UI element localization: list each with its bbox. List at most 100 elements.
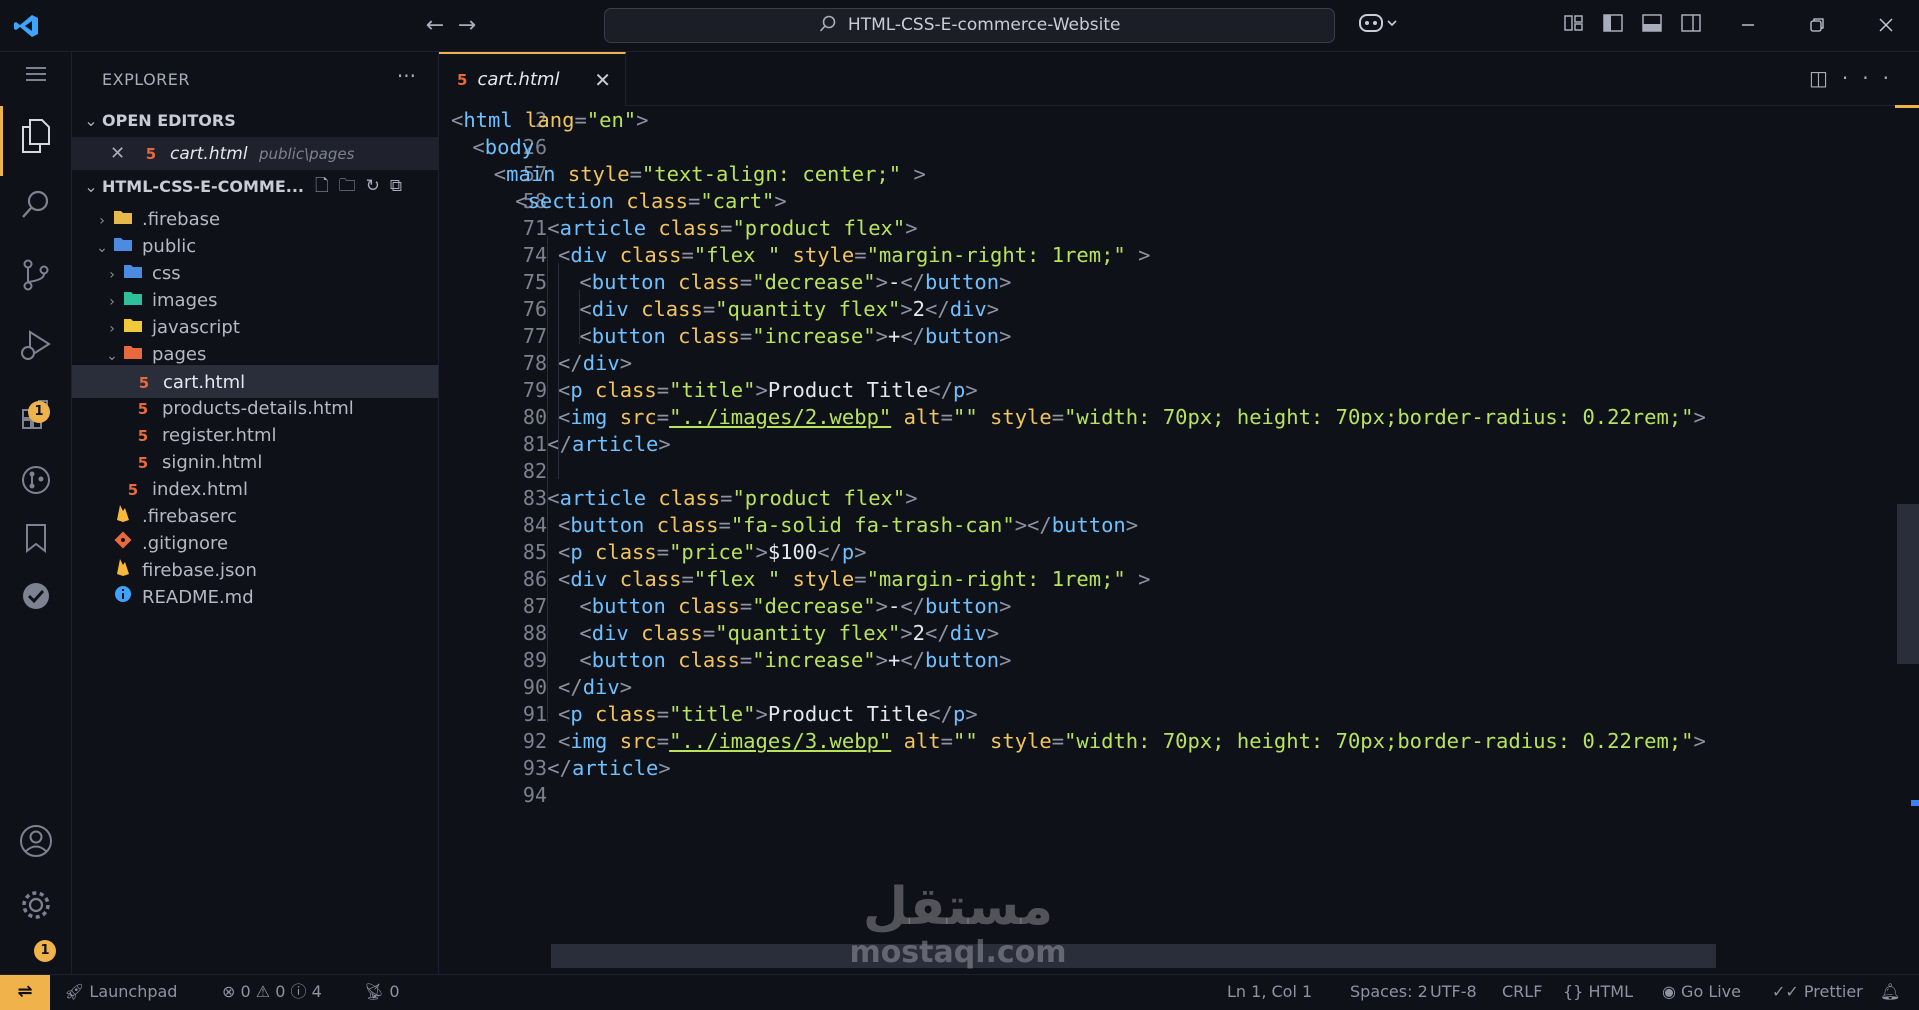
remote-indicator-icon[interactable]: ⇌ (0, 975, 50, 1010)
title-bar: ← → HTML-CSS-E-commerce-Website (0, 0, 1919, 52)
prettier-label: Prettier (1803, 982, 1863, 1001)
collapse-all-icon[interactable]: ⧉ (390, 176, 412, 196)
warning-icon: ⚠ (255, 982, 271, 1001)
watermark-latin: mostaql.com (849, 935, 1067, 970)
tree-item-label: pages (152, 344, 207, 365)
launchpad-item[interactable]: 🚀︎ Launchpad (64, 975, 177, 1009)
menu-icon[interactable] (14, 56, 58, 100)
indentation[interactable]: Spaces: 2 (1350, 975, 1428, 1009)
double-check-icon: ✓✓ (1772, 982, 1804, 1001)
language-label: HTML (1588, 982, 1633, 1001)
cursor-position[interactable]: Ln 1, Col 1 (1227, 975, 1312, 1009)
tree-item-label: signin.html (162, 452, 263, 473)
refresh-icon[interactable]: ↻ (366, 176, 390, 196)
tree-item-label: public (142, 236, 197, 257)
extensions-badge: 1 (28, 401, 50, 423)
watermark-arabic: مستقل (862, 877, 1054, 937)
folder-actions[interactable]: 🗋🗀↻⧉ (315, 170, 412, 203)
close-tab-icon[interactable]: ✕ (594, 54, 611, 106)
toggle-primary-sidebar-icon[interactable] (1599, 12, 1627, 40)
braces-icon: {} (1563, 982, 1589, 1001)
html5-icon: 5 (457, 71, 468, 89)
tree-item-label: index.html (152, 479, 248, 500)
settings-badge: 1 (34, 940, 56, 962)
horizontal-scrollbar[interactable] (551, 944, 1716, 968)
notifications-bell-icon[interactable]: 🔔︎ (1880, 975, 1900, 1009)
tree-item-label: .firebaserc (142, 506, 237, 527)
ports-count: 0 (389, 982, 400, 1001)
copilot-icon[interactable] (1353, 12, 1403, 40)
command-center-search[interactable]: HTML-CSS-E-commerce-Website (604, 8, 1335, 43)
vertical-scrollbar[interactable] (1897, 504, 1919, 664)
more-actions-icon[interactable]: ··· (397, 64, 416, 88)
launchpad-label: Launchpad (89, 982, 178, 1001)
back-arrow-icon[interactable]: ← (421, 12, 449, 40)
rocket-icon: 🚀︎ (64, 982, 90, 1001)
problems-item[interactable]: ⊗ 0 ⚠ 0 ⓘ 4 (222, 975, 322, 1009)
split-editor-icon[interactable]: ◫ (1809, 66, 1842, 90)
new-folder-icon[interactable]: 🗀 (339, 176, 366, 196)
tab-bar: 5 cart.html ✕ ◫··· (439, 52, 1919, 106)
minimize-icon[interactable] (1734, 12, 1762, 40)
more-actions-icon[interactable]: ··· (1842, 66, 1903, 90)
tree-item-label: firebase.json (142, 560, 257, 581)
project-label: HTML-CSS-E-COMME... (102, 177, 304, 196)
toggle-secondary-sidebar-icon[interactable] (1677, 12, 1705, 40)
go-live-label: Go Live (1681, 982, 1741, 1001)
toggle-panel-icon[interactable] (1638, 12, 1666, 40)
new-file-icon[interactable]: 🗋 (315, 176, 339, 196)
code-line: 94 (439, 779, 1919, 812)
warning-count: 0 (275, 982, 286, 1001)
run-debug-icon[interactable] (14, 328, 58, 372)
open-editor-name: cart.html (170, 144, 248, 164)
chevron-down-icon: ⌄ (84, 111, 98, 130)
info-icon: ⓘ (290, 982, 307, 1001)
close-icon[interactable]: ✕ (110, 137, 140, 170)
indent-guide (547, 236, 549, 722)
bookmark-icon[interactable] (14, 522, 58, 566)
line-number: 94 (522, 783, 547, 807)
explorer-sidebar: EXPLORER ··· ⌄ OPEN EDITORS ✕ 5 cart.html p… (72, 52, 439, 974)
open-editors-header[interactable]: ⌄ OPEN EDITORS (80, 104, 430, 137)
info-icon (112, 581, 134, 614)
activity-bar: 1 1 (0, 52, 72, 974)
ports-item[interactable]: 📡︎ 0 (364, 975, 400, 1009)
prettier-item[interactable]: ✓✓ Prettier (1772, 975, 1863, 1009)
tree-item-label: products-details.html (162, 398, 354, 419)
encoding[interactable]: UTF-8 (1430, 975, 1477, 1009)
indent-guide (558, 263, 559, 479)
language-mode[interactable]: {} HTML (1563, 975, 1633, 1009)
project-folder-header[interactable]: ⌄ HTML-CSS-E-COMME... 🗋🗀↻⧉ (80, 170, 430, 203)
close-window-icon[interactable] (1872, 12, 1900, 40)
git-graph-icon[interactable] (14, 464, 58, 508)
tree-item-label: javascript (152, 317, 240, 338)
tree-item-label: .gitignore (142, 533, 229, 554)
chevron-down-icon: ⌄ (84, 177, 98, 196)
customize-layout-icon[interactable] (1560, 12, 1588, 40)
forward-arrow-icon[interactable]: → (453, 12, 481, 40)
tree-item-readme-md[interactable]: README.md (72, 581, 438, 614)
open-editor-item[interactable]: ✕ 5 cart.html public\pages (72, 137, 438, 170)
account-icon[interactable] (14, 824, 58, 868)
indent-guide (579, 290, 581, 344)
open-editors-label: OPEN EDITORS (102, 111, 236, 130)
search-icon[interactable] (14, 188, 58, 232)
restore-icon[interactable] (1803, 12, 1831, 40)
source-control-icon[interactable] (14, 258, 58, 302)
broadcast-icon: ◉ (1662, 982, 1682, 1001)
tab-cart-html[interactable]: 5 cart.html ✕ (439, 52, 626, 106)
tree-item-label: README.md (142, 587, 254, 608)
explorer-title: EXPLORER (102, 70, 190, 89)
status-bar: ⇌ 🚀︎ Launchpad ⊗ 0 ⚠ 0 ⓘ 4 📡︎ 0 Ln 1, Co… (0, 974, 1919, 1010)
info-count: 4 (311, 982, 322, 1001)
watermark: مستقل mostaql.com (843, 878, 1073, 970)
end-of-line[interactable]: CRLF (1502, 975, 1542, 1009)
checkmark-circle-icon[interactable] (14, 580, 58, 624)
active-indicator (0, 106, 3, 176)
open-editor-path: public\pages (258, 145, 355, 163)
explorer-files-icon[interactable] (14, 118, 58, 162)
manage-gear-icon[interactable] (14, 888, 58, 932)
code-editor[interactable]: 2 <html lang="en"> 26 <body 57 <main style="t… (439, 106, 1919, 974)
html5-icon: 5 (145, 145, 157, 163)
go-live-item[interactable]: ◉ Go Live (1662, 975, 1741, 1009)
